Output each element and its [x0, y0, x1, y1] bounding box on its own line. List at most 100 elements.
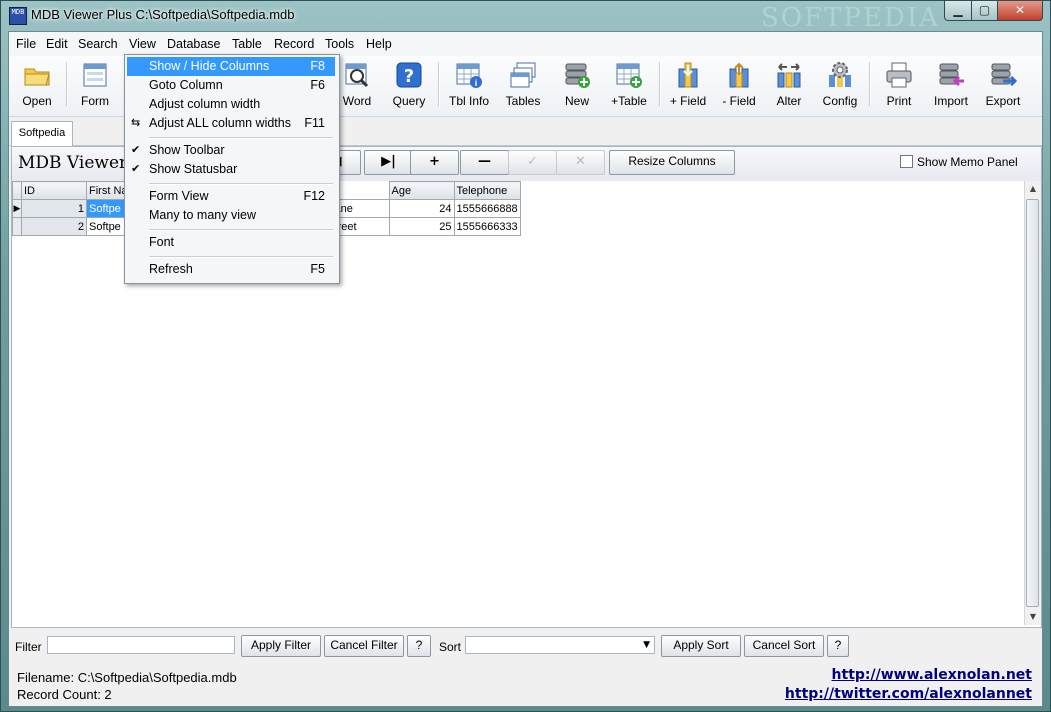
- add-record-button[interactable]: +: [410, 150, 459, 175]
- sort-select[interactable]: ▼: [465, 636, 655, 654]
- menu-view[interactable]: View: [129, 37, 156, 51]
- cell-telephone[interactable]: 1555666888: [453, 199, 521, 218]
- tables-button[interactable]: Tables: [499, 58, 547, 114]
- post-record-button[interactable]: ✓: [508, 150, 557, 175]
- toolbar-separator: [438, 62, 440, 106]
- menu-item-label: Adjust column width: [149, 97, 261, 111]
- menu-item-shortcut: F5: [310, 262, 325, 276]
- menu-adjust-all-column-widths[interactable]: ⇆ Adjust ALL column widths F11: [127, 114, 335, 133]
- menu-font[interactable]: Font: [127, 233, 335, 252]
- add-field-button[interactable]: + Field: [664, 58, 712, 114]
- form-button[interactable]: Form: [71, 58, 119, 114]
- menu-show-toolbar[interactable]: ✔ Show Toolbar: [127, 141, 335, 160]
- menu-item-label: Many to many view: [149, 208, 256, 222]
- memo-checkbox-label: Show Memo Panel: [917, 155, 1018, 169]
- menu-help[interactable]: Help: [366, 37, 392, 51]
- add-table-icon: [616, 63, 642, 88]
- menu-separator: [149, 229, 333, 231]
- print-button[interactable]: Print: [875, 58, 923, 114]
- maximize-button[interactable]: ▢: [971, 1, 998, 21]
- vertical-scrollbar[interactable]: ▲ ▼: [1024, 181, 1041, 625]
- memo-checkbox-box[interactable]: [900, 155, 913, 168]
- menu-item-label: Show / Hide Columns: [149, 59, 270, 73]
- export-icon: [991, 63, 1017, 87]
- open-button[interactable]: Open: [13, 58, 61, 114]
- scrollbar-thumb[interactable]: [1026, 199, 1039, 607]
- menu-file[interactable]: File: [16, 37, 36, 51]
- last-record-button[interactable]: ▶|: [364, 150, 413, 175]
- website-link[interactable]: http://www.alexnolan.net: [832, 667, 1032, 683]
- menu-item-label: Show Toolbar: [149, 143, 225, 157]
- menu-item-label: Font: [149, 235, 175, 249]
- show-memo-panel-checkbox[interactable]: Show Memo Panel: [900, 155, 1018, 169]
- menu-form-view[interactable]: Form View F12: [127, 187, 335, 206]
- scroll-up-icon[interactable]: ▲: [1025, 181, 1041, 197]
- delete-record-button[interactable]: —: [460, 150, 509, 175]
- cell-age[interactable]: 24: [388, 199, 455, 218]
- checkmark-icon: ✔: [131, 163, 141, 175]
- tab-softpedia[interactable]: Softpedia: [11, 121, 73, 146]
- word-button[interactable]: Word: [335, 58, 379, 114]
- menu-many-to-many-view[interactable]: Many to many view: [127, 206, 335, 225]
- row-indicator: [12, 217, 22, 236]
- menu-separator: [149, 183, 333, 185]
- import-button[interactable]: Import: [925, 58, 977, 114]
- menu-table[interactable]: Table: [232, 37, 262, 51]
- filter-help-button[interactable]: ?: [407, 635, 431, 657]
- remove-field-button[interactable]: - Field: [715, 58, 763, 114]
- chevron-down-icon[interactable]: ▼: [643, 637, 650, 653]
- toolbar-separator: [869, 62, 871, 106]
- title-bar[interactable]: MDB MDB Viewer Plus C:\Softpedia\Softped…: [1, 1, 1050, 33]
- column-header-telephone[interactable]: Telephone: [453, 181, 521, 200]
- cancel-filter-button[interactable]: Cancel Filter: [324, 635, 404, 657]
- twitter-link[interactable]: http://twitter.com/alexnolannet: [785, 686, 1032, 702]
- table-info-icon: i: [456, 63, 482, 88]
- menu-edit[interactable]: Edit: [46, 37, 68, 51]
- menu-show-statusbar[interactable]: ✔ Show Statusbar: [127, 160, 335, 179]
- menu-search[interactable]: Search: [78, 37, 118, 51]
- cell-id[interactable]: 2: [21, 217, 87, 236]
- menu-adjust-column-width[interactable]: Adjust column width: [127, 95, 335, 114]
- resize-columns-button[interactable]: Resize Columns: [609, 150, 735, 175]
- import-label: Import: [933, 94, 968, 108]
- word-search-icon: [345, 63, 369, 88]
- cell-id[interactable]: 1: [21, 199, 87, 218]
- apply-filter-button[interactable]: Apply Filter: [241, 635, 321, 657]
- menu-database[interactable]: Database: [167, 37, 221, 51]
- new-button[interactable]: New: [553, 58, 601, 114]
- cancel-sort-button[interactable]: Cancel Sort: [744, 635, 824, 657]
- config-button[interactable]: Config: [815, 58, 865, 114]
- column-header-id[interactable]: ID: [21, 181, 87, 200]
- tbl-info-button[interactable]: i Tbl Info: [443, 58, 495, 114]
- export-button[interactable]: Export: [977, 58, 1029, 114]
- menu-goto-column[interactable]: Goto Column F6: [127, 76, 335, 95]
- menu-show-hide-columns[interactable]: Show / Hide Columns F8: [127, 57, 335, 76]
- alter-button[interactable]: Alter: [765, 58, 813, 114]
- sort-help-button[interactable]: ?: [827, 635, 849, 657]
- scroll-down-icon[interactable]: ▼: [1025, 609, 1041, 625]
- close-button[interactable]: ✕: [997, 1, 1043, 21]
- window-title: MDB Viewer Plus C:\Softpedia\Softpedia.m…: [31, 7, 295, 22]
- app-icon: MDB: [9, 7, 27, 25]
- menu-refresh[interactable]: Refresh F5: [127, 260, 335, 279]
- cell-telephone[interactable]: 1555666333: [453, 217, 521, 236]
- column-header-age[interactable]: Age: [388, 181, 455, 200]
- add-table-label: +Table: [611, 94, 647, 108]
- apply-sort-button[interactable]: Apply Sort: [661, 635, 741, 657]
- toolbar-separator: [659, 62, 661, 106]
- add-field-icon: [678, 62, 698, 88]
- add-table-button[interactable]: +Table: [603, 58, 655, 114]
- cell-age[interactable]: 25: [388, 217, 455, 236]
- import-icon: [939, 63, 964, 87]
- menu-tools[interactable]: Tools: [325, 37, 354, 51]
- menu-item-label: Show Statusbar: [149, 162, 238, 176]
- menu-record[interactable]: Record: [274, 37, 314, 51]
- cancel-record-button[interactable]: ✕: [556, 150, 605, 175]
- remove-field-label: - Field: [722, 94, 756, 108]
- indicator-header: [12, 181, 22, 200]
- minimize-button[interactable]: ▁: [944, 1, 972, 21]
- export-label: Export: [985, 94, 1021, 108]
- filter-input[interactable]: [47, 636, 235, 654]
- view-menu-dropdown: Show / Hide Columns F8 Goto Column F6 Adju…: [124, 54, 340, 284]
- query-button[interactable]: ? Query: [387, 58, 431, 114]
